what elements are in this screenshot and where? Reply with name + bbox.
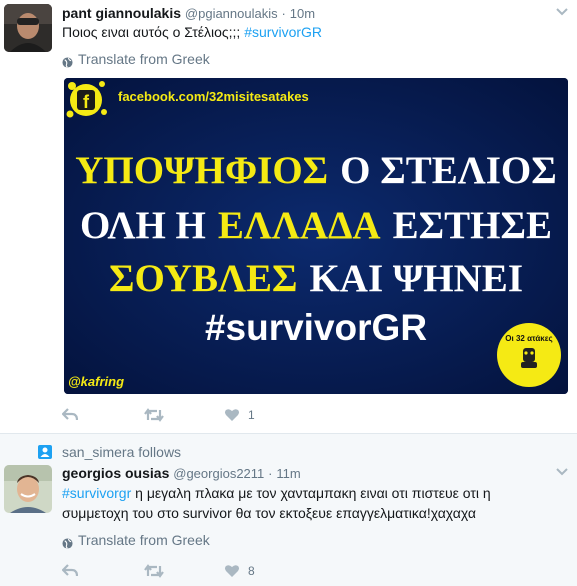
display-name[interactable]: pant giannoulakis <box>62 5 181 21</box>
reply-icon <box>62 408 78 421</box>
badge-text: Οι 32 ατάκες <box>505 334 552 343</box>
heart-icon <box>225 409 239 421</box>
translate-link[interactable]: Translate from Greek <box>62 531 210 549</box>
avatar[interactable] <box>4 4 52 52</box>
tweet-image[interactable]: f facebook.com/32misitesatakes ΥΠΟΨΗΦΙΟΣ… <box>64 78 568 394</box>
tweet-actions: 8 <box>62 561 301 581</box>
tweet-actions: 1 <box>62 405 301 425</box>
timestamp[interactable]: 10m <box>290 6 315 21</box>
svg-text:f: f <box>83 92 90 112</box>
hashtag-link[interactable]: #survivorGR <box>244 24 322 40</box>
image-line-2-white-b: ΕΣΤΗΣΕ <box>393 204 552 247</box>
globe-icon <box>62 535 73 549</box>
image-line-1: ΥΠΟΨΗΦΙΟΣ Ο ΣΤΕΛΙΟΣ <box>75 149 557 192</box>
image-line-1-yellow: ΥΠΟΨΗΦΙΟΣ <box>75 149 328 192</box>
image-credit: @kafring <box>68 374 124 389</box>
reply-button[interactable] <box>62 408 78 422</box>
chevron-down-icon[interactable] <box>555 8 569 18</box>
hashtag-link[interactable]: #survivorgr <box>62 485 131 501</box>
translate-link[interactable]: Translate from Greek <box>62 50 210 68</box>
globe-icon <box>62 54 73 68</box>
image-line-1-white: Ο ΣΤΕΛΙΟΣ <box>340 149 557 192</box>
like-button[interactable]: 1 <box>224 408 255 422</box>
image-line-4: #survivorGR <box>205 307 427 348</box>
image-line-2-yellow: ΕΛΛΑΔΑ <box>218 204 381 247</box>
retweet-button[interactable] <box>144 408 164 422</box>
facebook-url: facebook.com/32misitesatakes <box>118 89 309 104</box>
follow-icon <box>38 445 52 459</box>
tweet-text: #survivorgr η μεγαλη πλακα με τον χανταμ… <box>62 483 542 523</box>
social-context: san_simera follows <box>38 444 181 460</box>
separator: · <box>281 6 286 21</box>
tweet-text-body: Ποιος ειναι αυτός ο Στέλιος;;; <box>62 24 245 40</box>
social-context-text[interactable]: san_simera follows <box>62 444 181 460</box>
image-line-2-white-a: ΟΛΗ Η <box>80 204 206 247</box>
tweet-1[interactable]: pant giannoulakis @pgiannoulakis · 10m Π… <box>0 0 577 434</box>
avatar[interactable] <box>4 465 52 513</box>
tweet-header: georgios ousias @georgios2211 · 11m <box>62 464 301 483</box>
tweet-text: Ποιος ειναι αυτός ο Στέλιος;;; #survivor… <box>62 22 562 42</box>
image-line-3: ΣΟΥΒΛΕΣ ΚΑΙ ΨΗΝΕΙ <box>109 257 523 300</box>
image-line-3-yellow: ΣΟΥΒΛΕΣ <box>109 257 297 300</box>
badge-icon: Οι 32 ατάκες <box>497 323 561 387</box>
translate-label: Translate from Greek <box>78 51 210 67</box>
image-line-3-white: ΚΑΙ ΨΗΝΕΙ <box>309 257 523 300</box>
username[interactable]: @georgios2211 <box>173 466 264 481</box>
retweet-icon <box>144 564 164 578</box>
reply-button[interactable] <box>62 564 78 578</box>
image-line-2: ΟΛΗ Η ΕΛΛΑΔΑ ΕΣΤΗΣΕ <box>80 204 552 247</box>
tweet-header: pant giannoulakis @pgiannoulakis · 10m <box>62 4 315 23</box>
display-name[interactable]: georgios ousias <box>62 465 169 481</box>
like-button[interactable]: 8 <box>224 564 255 578</box>
heart-icon <box>225 565 239 577</box>
retweet-icon <box>144 408 164 422</box>
retweet-button[interactable] <box>144 564 164 578</box>
separator: · <box>268 466 273 481</box>
chevron-down-icon[interactable] <box>555 468 569 478</box>
translate-label: Translate from Greek <box>78 532 210 548</box>
like-count: 1 <box>248 408 255 422</box>
like-count: 8 <box>248 564 255 578</box>
reply-icon <box>62 564 78 577</box>
username[interactable]: @pgiannoulakis <box>185 6 278 21</box>
timestamp[interactable]: 11m <box>276 466 300 481</box>
